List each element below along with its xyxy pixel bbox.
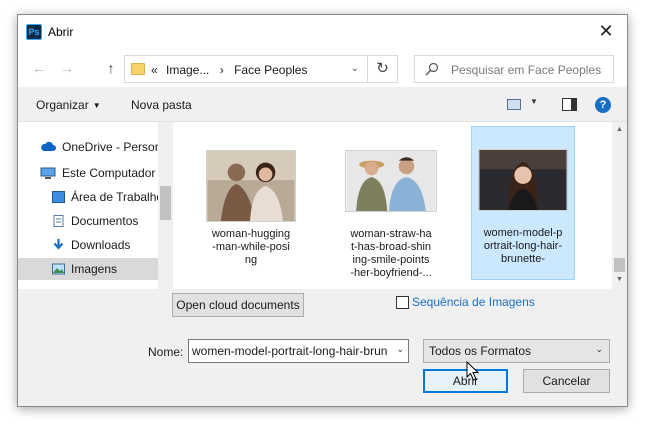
forward-button[interactable]: → xyxy=(58,59,76,77)
mouse-cursor-icon xyxy=(466,361,480,381)
images-icon xyxy=(52,263,65,275)
sidebar-scrollbar-thumb[interactable] xyxy=(160,186,171,220)
image-thumbnail xyxy=(206,150,296,222)
sidebar-item-images[interactable]: Imagens xyxy=(18,258,158,280)
file-name: women-model-p ortrait-long-hair- brunett… xyxy=(483,227,563,265)
file-list-scrollbar[interactable]: ▲ ▼ xyxy=(612,122,627,290)
file-list: woman-hugging -man-while-posi ng woman-s… xyxy=(175,122,612,290)
breadcrumb: « Image... › Face Peoples xyxy=(151,63,307,77)
help-icon[interactable]: ? xyxy=(595,97,611,113)
navigation-pane: OneDrive - Persor Este Computador Área d… xyxy=(18,122,173,290)
sidebar-item-desktop[interactable]: Área de Trabalho xyxy=(18,186,158,208)
folder-icon xyxy=(131,63,145,75)
breadcrumb-item-images[interactable]: Image... xyxy=(166,63,209,77)
view-mode-caret-icon[interactable]: ▼ xyxy=(530,97,538,106)
open-file-dialog: Ps Abrir ✕ ← → ↑ « Image... › Face Peopl… xyxy=(17,14,628,407)
cloud-icon xyxy=(41,141,56,151)
image-sequence-checkbox[interactable] xyxy=(396,296,409,309)
search-icon xyxy=(425,62,439,76)
preview-pane-icon[interactable] xyxy=(562,98,577,111)
back-button[interactable]: ← xyxy=(30,59,48,77)
dialog-title: Abrir xyxy=(48,25,74,39)
close-button[interactable]: ✕ xyxy=(595,20,617,42)
title-bar: Ps Abrir ✕ xyxy=(18,15,627,51)
image-sequence-label[interactable]: Sequência de Imagens xyxy=(412,295,535,309)
content-area: OneDrive - Persor Este Computador Área d… xyxy=(18,121,627,290)
dialog-footer: Open cloud documents Sequência de Imagen… xyxy=(18,289,627,406)
computer-icon xyxy=(40,167,56,179)
desktop-icon xyxy=(52,191,65,203)
chevron-down-icon[interactable]: ⌄ xyxy=(396,344,404,355)
breadcrumb-overflow-icon[interactable]: « xyxy=(151,63,158,77)
sidebar-item-this-pc[interactable]: Este Computador xyxy=(18,162,158,184)
file-name-label: Nome: xyxy=(148,345,184,359)
image-thumbnail xyxy=(345,150,437,212)
refresh-button[interactable]: ↻ xyxy=(368,55,398,83)
sidebar-item-label: Área de Trabalho xyxy=(71,190,158,204)
file-name-input[interactable] xyxy=(192,343,388,359)
file-name-combobox[interactable]: ⌄ xyxy=(188,339,409,363)
sidebar-item-label: OneDrive - Persor xyxy=(62,140,158,154)
file-list-scrollbar-thumb[interactable] xyxy=(614,258,625,272)
sidebar-item-onedrive[interactable]: OneDrive - Persor xyxy=(18,136,158,158)
file-type-select[interactable]: Todos os Formatos ⌄ xyxy=(423,339,610,363)
open-cloud-documents-button[interactable]: Open cloud documents xyxy=(172,293,304,317)
sidebar-item-downloads[interactable]: Downloads xyxy=(18,234,158,256)
up-folder-button[interactable]: ↑ xyxy=(102,59,120,77)
chevron-down-icon[interactable]: ⌄ xyxy=(351,63,359,74)
scroll-up-icon[interactable]: ▲ xyxy=(612,126,627,133)
chevron-down-icon: ⌄ xyxy=(595,344,603,354)
caret-down-icon: ▼ xyxy=(92,101,101,110)
toolbar: Organizar ▼ Nova pasta ▼ ? xyxy=(18,89,627,121)
file-type-value: Todos os Formatos xyxy=(429,344,532,358)
sidebar-item-label: Downloads xyxy=(71,238,131,252)
sidebar-item-label: Imagens xyxy=(71,262,118,276)
file-item[interactable]: woman-straw-ha t-has-broad-shin ing-smil… xyxy=(339,128,443,279)
document-icon xyxy=(53,215,64,227)
breadcrumb-item-face-peoples[interactable]: Face Peoples xyxy=(234,63,307,77)
organize-label: Organizar xyxy=(36,98,89,112)
scroll-down-icon[interactable]: ▼ xyxy=(612,276,627,283)
download-icon xyxy=(53,239,64,250)
file-item[interactable]: woman-hugging -man-while-posi ng xyxy=(199,128,303,278)
search-box[interactable]: Pesquisar em Face Peoples xyxy=(414,55,614,83)
address-bar[interactable]: « Image... › Face Peoples ⌄ xyxy=(124,55,368,83)
navigation-bar: ← → ↑ « Image... › Face Peoples ⌄ ↻ Pesq… xyxy=(18,51,627,87)
file-name: woman-hugging -man-while-posi ng xyxy=(211,228,291,266)
sidebar-scrollbar[interactable] xyxy=(158,122,173,290)
new-folder-button[interactable]: Nova pasta xyxy=(131,98,192,112)
search-placeholder[interactable]: Pesquisar em Face Peoples xyxy=(451,63,601,77)
organize-menu[interactable]: Organizar ▼ xyxy=(36,98,101,112)
file-name: woman-straw-ha t-has-broad-shin ing-smil… xyxy=(350,228,432,279)
cancel-button[interactable]: Cancelar xyxy=(523,369,610,393)
view-mode-icon[interactable] xyxy=(507,99,521,110)
image-thumbnail xyxy=(478,149,568,211)
sidebar-item-label: Este Computador xyxy=(62,166,156,180)
file-item-selected[interactable]: women-model-p ortrait-long-hair- brunett… xyxy=(471,126,575,280)
breadcrumb-separator-icon: › xyxy=(219,63,224,77)
sidebar-item-documents[interactable]: Documentos xyxy=(18,210,158,232)
sidebar-item-label: Documentos xyxy=(71,214,139,228)
photoshop-app-icon: Ps xyxy=(26,24,42,40)
